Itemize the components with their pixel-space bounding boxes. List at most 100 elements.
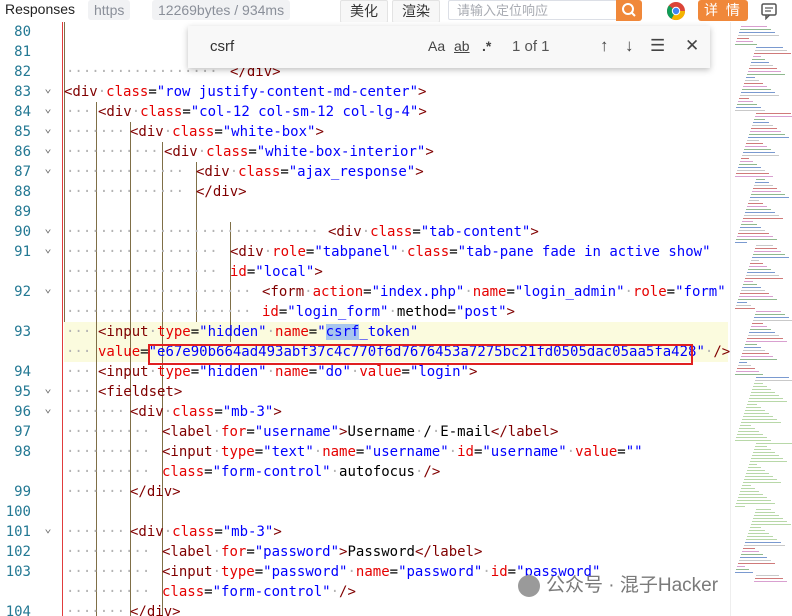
code-line[interactable]: 90 ⌄ <div·class="tab-content"> ············…	[0, 221, 730, 242]
arrow-up-icon[interactable]: ↑	[600, 36, 609, 56]
minimap-line	[743, 548, 755, 549]
indent-whitespace: ······················	[66, 304, 252, 320]
minimap-line	[748, 467, 761, 468]
line-number: 80	[14, 24, 31, 40]
minimap-line	[740, 29, 771, 30]
indent-whitespace: ··················	[66, 264, 218, 280]
minimap-line	[746, 539, 777, 540]
minimap-line	[750, 131, 781, 132]
line-number: 90	[14, 224, 31, 240]
code-line[interactable]: 95 ⌄ <fieldset> ···	[0, 381, 730, 402]
regex-toggle[interactable]: .*	[482, 38, 491, 54]
minimap-line	[736, 305, 751, 306]
minimap-line	[738, 167, 761, 168]
close-icon[interactable]: ✕	[685, 36, 699, 56]
code-line[interactable]: 85 ⌄ <div·class="white-box"> ·······	[0, 121, 730, 142]
beautify-button[interactable]: 美化	[340, 0, 388, 23]
minimap-line	[755, 116, 792, 117]
code-line[interactable]: 83 ⌄ <div·class="row justify-content-md-ce…	[0, 81, 730, 102]
indent-whitespace: ··············	[66, 184, 185, 200]
minimap-line	[738, 365, 751, 366]
code-editor[interactable]: 80 81 82 </div> ·················· 83 ⌄ <div·cl…	[0, 22, 792, 616]
code-line[interactable]: 102 <label·for="password">Password</label…	[0, 542, 730, 562]
minimap[interactable]	[730, 22, 792, 616]
line-number: 100	[5, 504, 31, 520]
code-text: class="form-control"·/>	[162, 584, 356, 600]
code-text: <div·class="mb-3">	[130, 524, 282, 540]
fold-chevron-icon[interactable]: ⌄	[41, 98, 55, 118]
code-line[interactable]: 99 </div> ·······	[0, 482, 730, 502]
code-line[interactable]: 88 </div> ··············	[0, 182, 730, 202]
code-line[interactable]: 86 ⌄ <div·class="white-box-interior"> ·····…	[0, 141, 730, 162]
fold-chevron-icon[interactable]: ⌄	[41, 238, 55, 258]
code-line[interactable]: 92 ⌄ <form·action="index.php"·name="login_…	[0, 281, 730, 302]
minimap-line	[755, 248, 777, 249]
find-widget: csrf Aa ab .* 1 of 1 ↑ ↓ ☰ ✕	[188, 26, 710, 68]
match-count: 1 of 1	[512, 38, 550, 55]
code-line[interactable]: id="local"> ··················	[0, 262, 730, 282]
fold-chevron-icon[interactable]: ⌄	[41, 398, 55, 418]
render-button[interactable]: 渲染	[392, 0, 440, 23]
fold-chevron-icon[interactable]: ⌄	[41, 218, 55, 238]
code-line[interactable]: 98 <input·type="text"·name="username"·id=…	[0, 442, 730, 462]
fold-chevron-icon[interactable]: ⌄	[41, 118, 55, 138]
minimap-line	[742, 485, 751, 486]
code-line[interactable]: 91 ⌄ <div·role="tabpanel"·class="tab-pane …	[0, 241, 730, 262]
fold-chevron-icon[interactable]: ⌄	[41, 378, 55, 398]
code-line[interactable]: 100	[0, 502, 730, 522]
minimap-line	[749, 134, 785, 135]
minimap-line	[756, 311, 781, 312]
minimap-line	[745, 410, 765, 411]
minimap-line	[749, 464, 757, 465]
line-number: 85	[14, 124, 31, 140]
comment-icon[interactable]	[760, 2, 778, 20]
fold-chevron-icon[interactable]: ⌄	[41, 278, 55, 298]
list-icon[interactable]: ☰	[650, 36, 665, 56]
minimap-line	[735, 440, 771, 441]
minimap-line	[741, 92, 775, 93]
find-input[interactable]: csrf	[210, 36, 490, 58]
arrow-down-icon[interactable]: ↓	[625, 36, 634, 56]
search-button[interactable]	[616, 0, 642, 21]
minimap-line	[748, 335, 779, 336]
minimap-line	[735, 374, 763, 375]
minimap-line	[743, 152, 775, 153]
code-line[interactable]: id="login_form"·method="post"> ··········…	[0, 302, 730, 322]
code-text: <div·class="ajax_response">	[196, 164, 424, 180]
minimap-line	[749, 200, 759, 201]
code-text: class="form-control"·autofocus·/>	[162, 464, 441, 480]
match-case-toggle[interactable]: Aa	[428, 38, 445, 54]
minimap-line	[739, 32, 775, 33]
watermark: 公众号 · 混子Hacker	[518, 570, 718, 597]
code-text: <div·class="white-box-interior">	[164, 144, 434, 160]
fold-chevron-icon[interactable]: ⌄	[41, 138, 55, 158]
response-search-input[interactable]: 请输入定位响应	[448, 0, 616, 20]
minimap-line	[751, 524, 791, 525]
code-line[interactable]: 84 ⌄ <div·class="col-12 col-sm-12 col-lg-4…	[0, 101, 730, 122]
whole-word-toggle[interactable]: ab	[454, 38, 470, 54]
fold-chevron-icon[interactable]: ⌄	[41, 518, 55, 538]
fold-chevron-icon[interactable]: ⌄	[41, 158, 55, 178]
minimap-line	[755, 314, 785, 315]
code-line[interactable]: 97 <label·for="username">Username·/·E-mai…	[0, 422, 730, 442]
minimap-line	[736, 437, 767, 438]
code-line[interactable]: class="form-control"·autofocus·/> ·······…	[0, 462, 730, 482]
minimap-line	[741, 488, 755, 489]
code-line[interactable]: 93 <input·type="hidden"·name="csrf_token"…	[0, 322, 730, 342]
code-text: </div>	[130, 604, 181, 616]
code-line[interactable]: 94 <input·type="hidden"·name="do"·value="…	[0, 362, 730, 382]
responses-tab-title[interactable]: Responses	[5, 1, 75, 17]
code-line[interactable]: 96 ⌄ <div·class="mb-3"> ·······	[0, 401, 730, 422]
minimap-line	[744, 83, 763, 84]
protocol-badge: https	[88, 0, 131, 20]
minimap-line	[748, 269, 771, 270]
details-button[interactable]: 详 情	[698, 0, 748, 21]
code-line[interactable]: 104 </div> ·······	[0, 602, 730, 616]
line-number: 101	[5, 524, 31, 540]
fold-chevron-icon[interactable]: ⌄	[41, 78, 55, 98]
code-line[interactable]: 101 ⌄ <div·class="mb-3"> ·······	[0, 521, 730, 542]
code-line[interactable]: 87 ⌄ <div·class="ajax_response"> ··········…	[0, 161, 730, 182]
chrome-icon[interactable]	[666, 1, 686, 21]
code-line[interactable]: 89	[0, 202, 730, 222]
minimap-line	[739, 164, 757, 165]
